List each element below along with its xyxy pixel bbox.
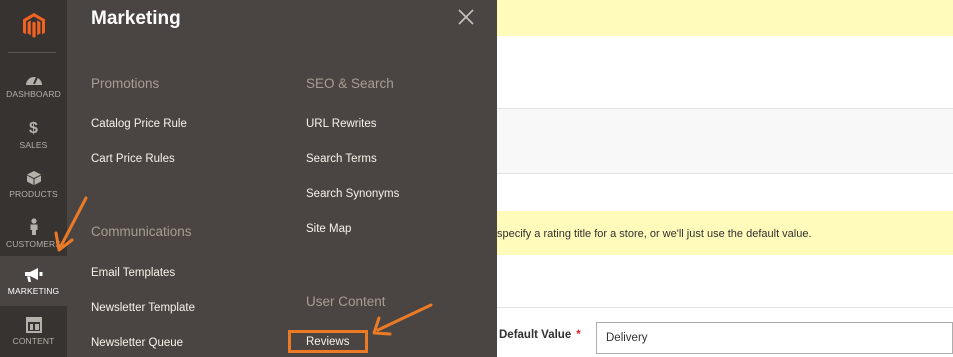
default-value-label: Default Value * (499, 329, 581, 341)
divider (497, 307, 953, 308)
menu-link-newsletter-template[interactable]: Newsletter Template (91, 302, 195, 314)
menu-link-catalog-price-rule[interactable]: Catalog Price Rule (91, 118, 187, 130)
menu-link-newsletter-queue[interactable]: Newsletter Queue (91, 337, 183, 349)
rating-notice: specify a rating title for a store, or w… (497, 211, 953, 255)
layout-icon (25, 316, 42, 333)
section-title-user-content: User Content (306, 294, 386, 309)
dashboard-icon (25, 76, 42, 85)
sidebar-item-content[interactable]: CONTENT (0, 306, 67, 356)
close-button[interactable] (457, 8, 475, 26)
menu-link-search-terms[interactable]: Search Terms (306, 153, 377, 165)
section-title-communications: Communications (91, 224, 192, 239)
marketing-menu-panel: Marketing Promotions Catalog Price Rule … (67, 0, 497, 357)
magento-logo[interactable] (0, 0, 67, 52)
default-value-input[interactable] (596, 322, 953, 354)
logo-divider (8, 52, 56, 53)
menu-link-email-templates[interactable]: Email Templates (91, 267, 175, 279)
close-icon (458, 9, 474, 25)
sidebar-item-products[interactable]: PRODUCTS (0, 159, 67, 209)
dollar-icon: $ (29, 119, 38, 137)
rating-notice-text: specify a rating title for a store, or w… (497, 228, 812, 240)
content-band (497, 108, 953, 174)
sidebar-item-marketing[interactable]: MARKETING (0, 256, 67, 306)
megaphone-icon (24, 267, 42, 282)
menu-link-reviews[interactable]: Reviews (288, 330, 369, 353)
menu-link-url-rewrites[interactable]: URL Rewrites (306, 118, 377, 130)
section-title-seo-search: SEO & Search (306, 76, 394, 91)
menu-link-site-map[interactable]: Site Map (306, 223, 351, 235)
menu-link-search-synonyms[interactable]: Search Synonyms (306, 188, 399, 200)
menu-title: Marketing (91, 8, 181, 29)
box-icon (26, 170, 41, 185)
top-notice-bar (497, 0, 953, 36)
sidebar-item-sales[interactable]: $ SALES (0, 110, 67, 160)
section-title-promotions: Promotions (91, 76, 160, 91)
admin-sidebar: DASHBOARD $ SALES PRODUCTS CUSTOMERS MAR… (0, 0, 67, 357)
sidebar-item-customers[interactable]: CUSTOMERS (0, 208, 67, 258)
sidebar-item-dashboard[interactable]: DASHBOARD (0, 60, 67, 110)
person-icon (30, 217, 37, 235)
menu-link-cart-price-rules[interactable]: Cart Price Rules (91, 153, 175, 165)
required-mark: * (576, 329, 581, 341)
magento-logo-icon (22, 13, 45, 38)
